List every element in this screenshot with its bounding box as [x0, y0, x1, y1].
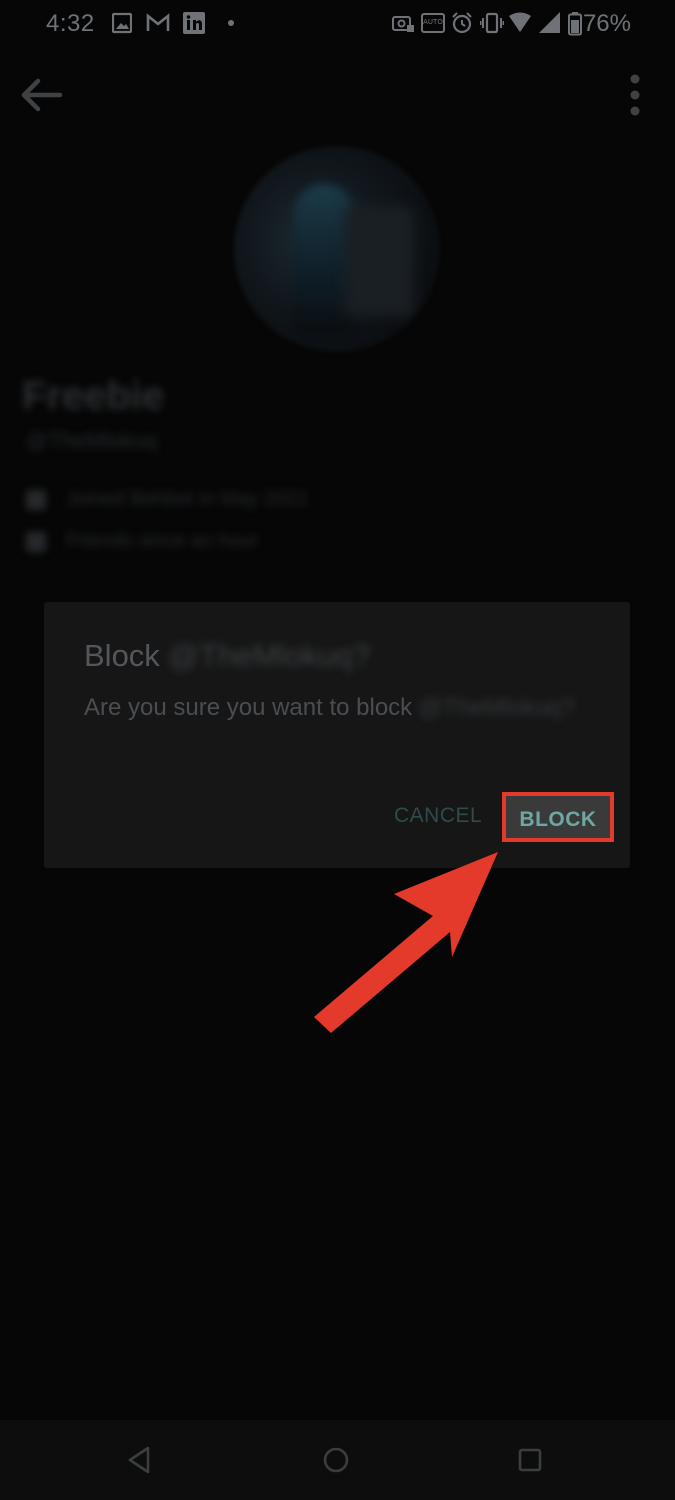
- dialog-title-username: @TheMlokuq?: [167, 638, 370, 673]
- gmail-icon: [146, 13, 170, 31]
- svg-text:AUTO: AUTO: [423, 18, 443, 26]
- camera-lock-icon: [392, 16, 414, 32]
- back-arrow-icon[interactable]: [18, 72, 64, 118]
- dialog-title-text: Block: [84, 638, 160, 673]
- battery-percent: 76%: [582, 10, 631, 37]
- block-button[interactable]: BLOCK: [502, 792, 614, 842]
- joined-row-redacted: Joined Behbet in May 2021: [26, 488, 308, 511]
- back-triangle-icon[interactable]: [122, 1442, 158, 1478]
- block-button-label: BLOCK: [519, 808, 597, 831]
- block-dialog: Block @TheMlokuq? Are you sure you want t…: [44, 602, 630, 868]
- profile-handle-redacted: @TheMlokuq: [26, 428, 158, 453]
- dialog-message: Are you sure you want to block @TheMlokuq…: [84, 694, 575, 722]
- auto-brightness-icon: AUTO: [421, 13, 445, 33]
- wifi-icon: [509, 12, 531, 32]
- more-vertical-icon[interactable]: [624, 72, 646, 118]
- cancel-button[interactable]: CANCEL: [394, 804, 482, 828]
- home-circle-icon[interactable]: [318, 1442, 354, 1478]
- dialog-message-text: Are you sure you want to block: [84, 694, 413, 721]
- profile-name-redacted: Freebie: [22, 374, 165, 418]
- recents-square-icon[interactable]: [512, 1442, 548, 1478]
- dot-icon: [228, 20, 234, 26]
- friends-row-redacted: Friends since an hour: [26, 530, 258, 553]
- status-time: 4:32: [46, 10, 95, 37]
- avatar: [234, 146, 440, 352]
- image-icon: [112, 12, 132, 34]
- signal-icon: [539, 12, 560, 33]
- navigation-bar: [0, 1420, 675, 1500]
- status-bar: 4:32 AUTO 76%: [0, 0, 675, 48]
- alarm-icon: [452, 12, 472, 34]
- battery-icon: [568, 12, 582, 36]
- dialog-message-username: @TheMlokuq?: [418, 694, 575, 721]
- vibrate-icon: [480, 12, 504, 34]
- linkedin-icon: [183, 12, 205, 34]
- dialog-title: Block @TheMlokuq?: [84, 638, 370, 674]
